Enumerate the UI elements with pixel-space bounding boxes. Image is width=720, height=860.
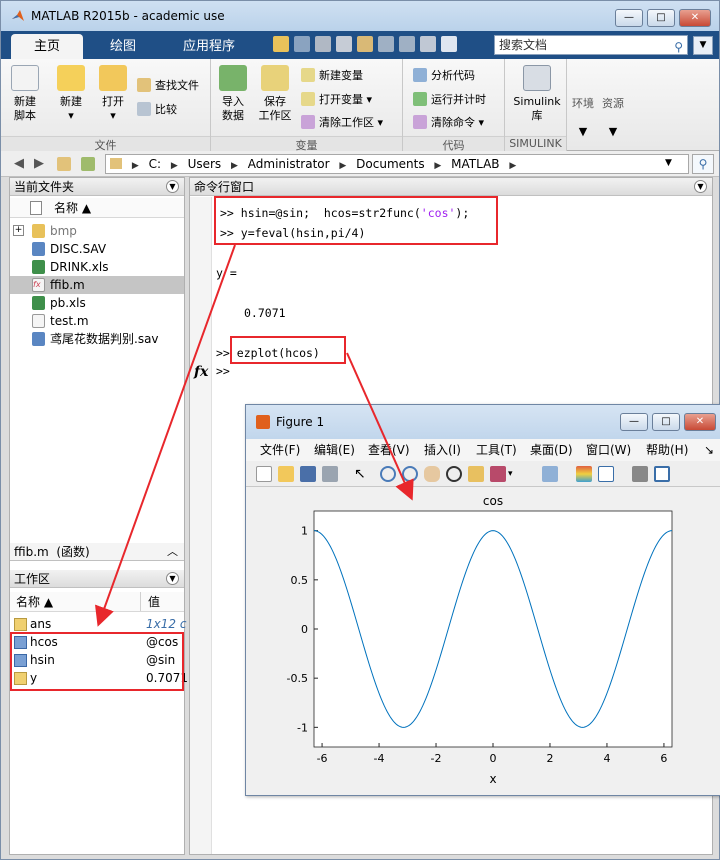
- annotation-arrows: [95, 244, 414, 627]
- matlab-window: MATLAB R2015b - academic use — □ ✕ 主页 绘图…: [0, 0, 720, 860]
- arrow-to-figure: [346, 352, 414, 501]
- arrow-to-workspace: [95, 244, 236, 627]
